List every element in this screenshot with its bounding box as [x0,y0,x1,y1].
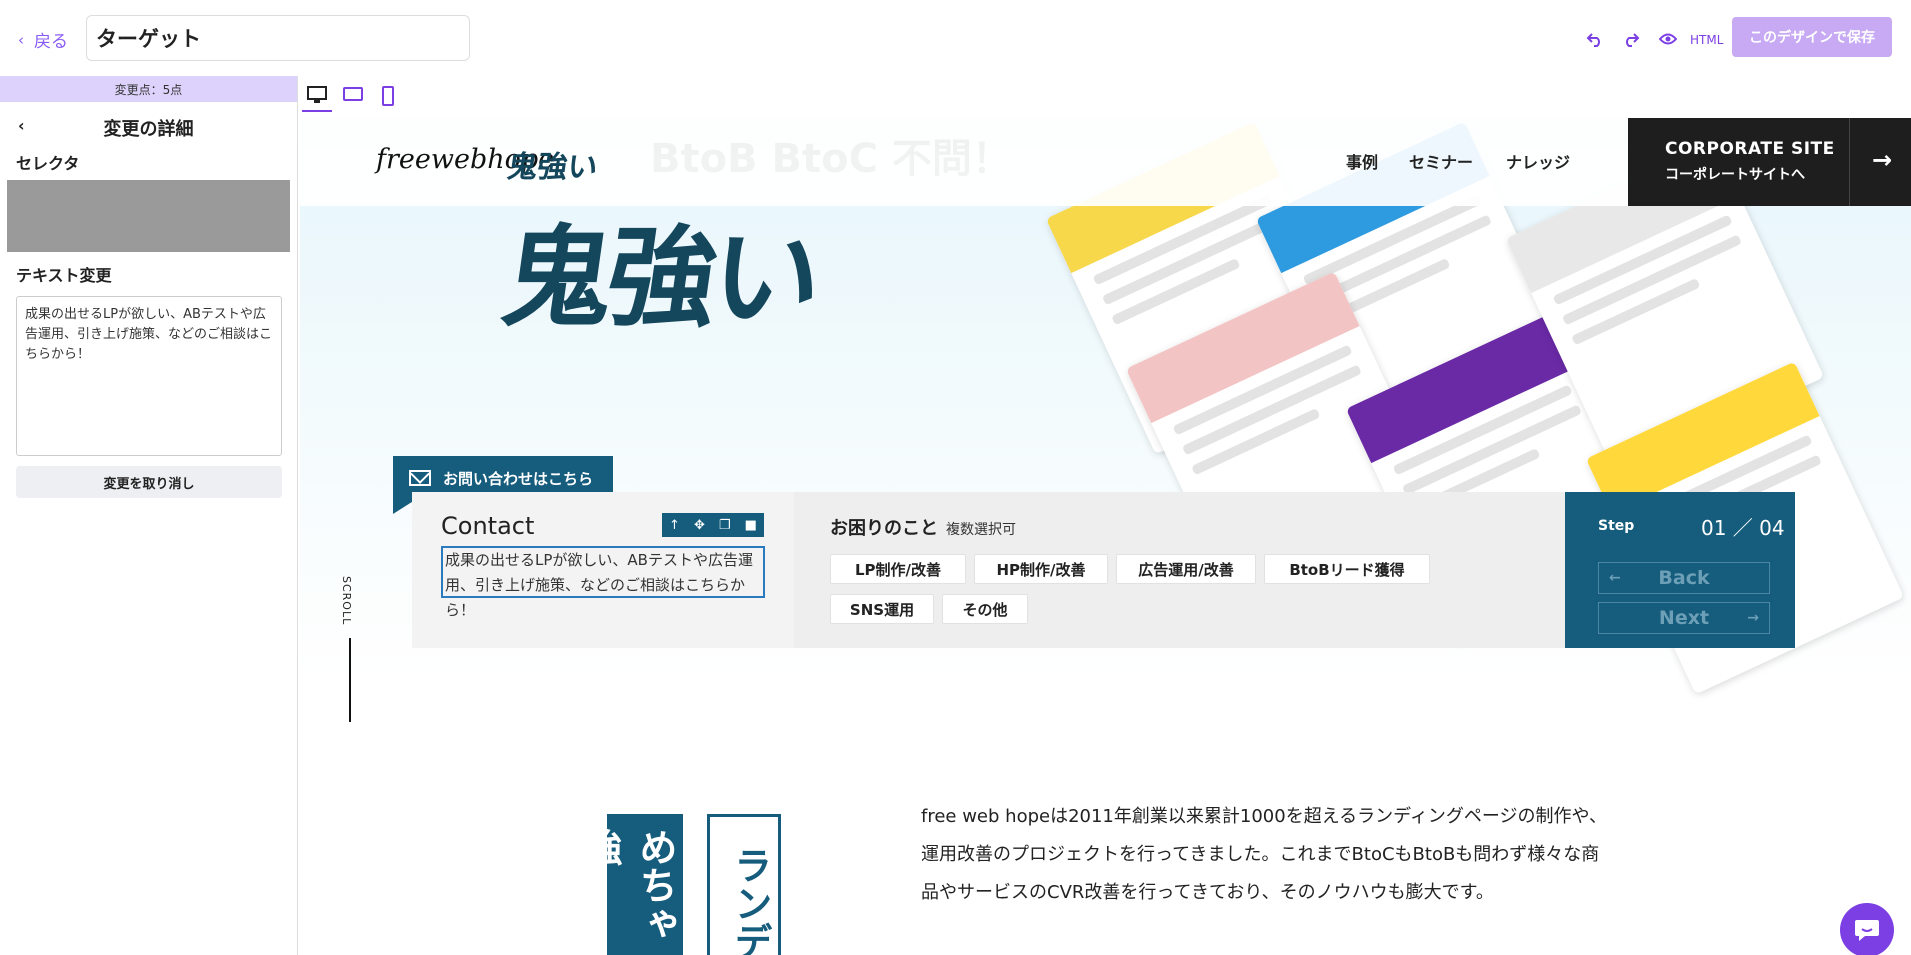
detail-header: ‹ 変更の詳細 [0,108,297,144]
option-sns[interactable]: SNS運用 [830,594,934,624]
contact-form-intro: Contact ↑ ✥ ❐ ■ 成果の出せるLPが欲しい、ABテストや広告運用、… [412,492,794,648]
header-bg-tag: BtoB BtoC 不問！ [650,136,1012,182]
chat-widget-button[interactable] [1840,903,1894,955]
scroll-indicator-line [349,638,351,722]
corporate-divider [1849,118,1850,206]
step-next-label: Next [1658,607,1710,629]
delete-icon[interactable]: ■ [745,518,757,533]
move-icon[interactable]: ✥ [694,518,705,533]
chevron-left-icon: ‹ [18,30,24,49]
vertical-heading-outlined: ランデ [707,814,781,955]
preview-eye-icon[interactable] [1657,28,1679,50]
multi-select-note: 複数選択可 [946,522,1016,538]
chat-icon [1855,920,1879,941]
option-other[interactable]: その他 [942,594,1028,624]
option-btob[interactable]: BtoBリード獲得 [1264,554,1430,584]
trouble-heading: お困りのこと 複数選択可 [830,514,1016,540]
contact-tab-label: お問い合わせはこちら [443,469,594,488]
design-title-input[interactable] [86,15,470,61]
site-header: BtoB BtoC 不問！ freewebhope 鬼強い 事例 セミナー ナレ… [300,118,1911,206]
save-design-button[interactable]: このデザインで保存 [1732,17,1892,57]
detail-title: 変更の詳細 [103,119,194,140]
intro-paragraph: free web hopeは2011年創業以来累計1000を超えるランディングペ… [921,806,1607,903]
scroll-indicator-label: SCROLL [340,576,353,626]
changes-count: 変更点：5点 [0,76,297,102]
hero-kanji-title: 鬼強い [494,213,825,342]
back-label: 戻る [34,32,68,52]
change-detail-sidebar: 変更点：5点 ‹ 変更の詳細 セレクタ テキスト変更 成果の出せるLPが欲しい、… [0,76,298,955]
html-view-link[interactable]: HTML [1690,33,1723,47]
editor-topbar: ‹ 戻る HTML このデザインで保存 [0,0,1911,76]
mobile-view-icon[interactable] [373,86,403,112]
step-back-button[interactable]: ← Back [1598,562,1770,594]
vertical-heading-filled: めちゃ強 [578,814,683,955]
step-back-label: Back [1658,567,1710,589]
step-label: Step [1598,518,1635,534]
desktop-view-icon[interactable] [302,86,332,112]
arrow-right-icon: → [1747,610,1759,626]
mail-icon [409,470,431,486]
arrow-left-icon: ← [1609,570,1621,586]
corporate-title: CORPORATE SITE [1665,139,1835,159]
option-hp[interactable]: HP制作/改善 [974,554,1108,584]
undo-icon[interactable] [1584,28,1606,50]
step-next-button[interactable]: Next → [1598,602,1770,634]
duplicate-icon[interactable]: ❐ [719,518,731,533]
tablet-view-icon[interactable] [338,86,368,112]
contact-heading: Contact [441,512,535,540]
device-switcher [298,76,1911,118]
nav-item-knowledge[interactable]: ナレッジ [1506,149,1570,173]
trouble-heading-text: お困りのこと [830,518,938,539]
page-preview-canvas: 鬼強い BtoB BtoC 不問！ freewebhope 鬼強い 事例 セミナ… [300,118,1911,955]
text-change-label: テキスト変更 [16,266,112,285]
selector-label: セレクタ [16,154,80,173]
step-panel: Step 01 ／ 04 ← Back Next → [1565,492,1795,648]
redo-icon[interactable] [1620,28,1642,50]
contact-form: Contact ↑ ✥ ❐ ■ 成果の出せるLPが欲しい、ABテストや広告運用、… [412,492,1795,648]
step-progress: 01 ／ 04 [1701,516,1785,540]
nav-item-seminar[interactable]: セミナー [1409,149,1473,173]
selected-text-element[interactable]: 成果の出せるLPが欲しい、ABテストや広告運用、引き上げ施策、などのご相談はこち… [441,546,765,619]
corporate-subtitle: コーポレートサイトへ [1665,167,1805,183]
move-up-icon[interactable]: ↑ [669,518,680,533]
site-logo-kanji: 鬼強い [505,150,600,185]
text-change-textarea[interactable]: 成果の出せるLPが欲しい、ABテストや広告運用、引き上げ施策、などのご相談はこち… [16,296,282,456]
selector-preview [7,180,290,252]
option-ads[interactable]: 広告運用/改善 [1116,554,1256,584]
nav-item-cases[interactable]: 事例 [1346,149,1378,173]
undo-change-button[interactable]: 変更を取り消し [16,466,282,498]
element-edit-toolbar: ↑ ✥ ❐ ■ [662,513,764,537]
option-lp[interactable]: LP制作/改善 [830,554,966,584]
arrow-right-icon: → [1872,146,1893,174]
back-link[interactable]: ‹ 戻る [18,27,68,53]
corporate-site-button[interactable]: CORPORATE SITE コーポレートサイトへ → [1628,118,1911,206]
